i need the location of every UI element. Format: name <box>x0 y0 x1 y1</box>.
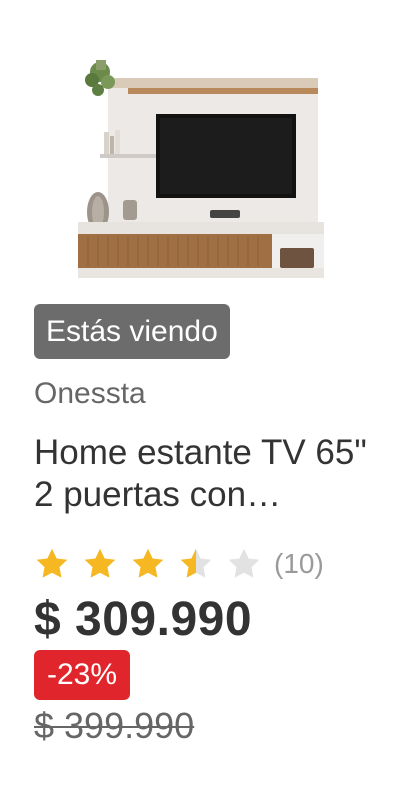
star-full-icon <box>132 548 164 578</box>
viewing-badge: Estás viendo <box>34 304 230 359</box>
star-full-icon <box>84 548 116 578</box>
product-card[interactable]: Estás viendo Onessta Home estante TV 65"… <box>0 0 400 791</box>
star-half-icon <box>180 548 212 578</box>
star-rating: (10) <box>34 546 324 582</box>
brand-name[interactable]: Onessta <box>34 377 146 411</box>
star-empty-icon <box>228 548 260 578</box>
product-title[interactable]: Home estante TV 65" 2 puertas con… <box>34 432 379 516</box>
review-count[interactable]: (10) <box>274 548 324 580</box>
tv-stand-image[interactable] <box>68 50 340 296</box>
discount-badge: -23% <box>34 650 131 700</box>
original-price: $ 399.990 <box>34 705 195 746</box>
current-price: $ 309.990 <box>34 593 253 646</box>
star-full-icon <box>36 548 68 578</box>
